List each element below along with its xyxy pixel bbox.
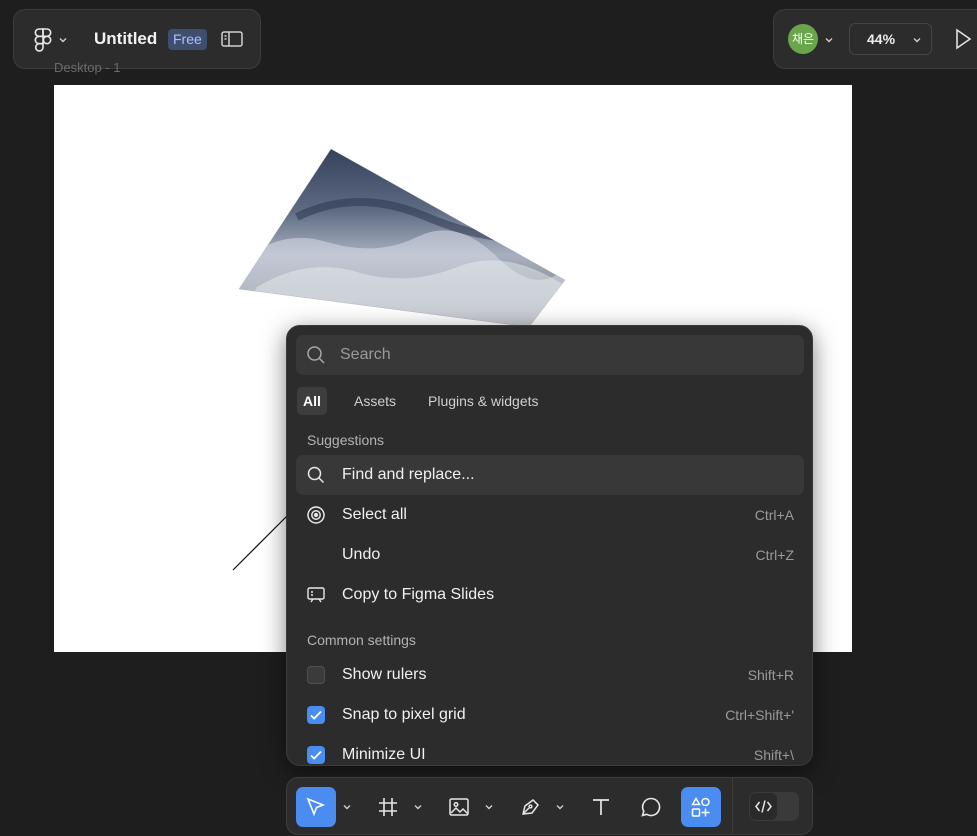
- bottom-toolbar: [286, 777, 813, 835]
- shortcut-text: Ctrl+Shift+': [725, 707, 794, 723]
- figma-logo-icon[interactable]: [34, 28, 52, 52]
- menu-item-minimize-ui[interactable]: Minimize UI Shift+\: [296, 735, 804, 765]
- pen-icon: [522, 799, 539, 815]
- chevron-down-icon[interactable]: [58, 35, 68, 45]
- chevron-down-icon[interactable]: [484, 802, 494, 812]
- menu-item-label: Show rulers: [342, 666, 427, 683]
- text-tool-button[interactable]: [581, 787, 621, 827]
- tab-plugins-widgets[interactable]: Plugins & widgets: [422, 387, 545, 415]
- file-menu-panel: Untitled Free: [13, 9, 261, 69]
- chevron-down-icon[interactable]: [342, 802, 352, 812]
- menu-item-find-replace[interactable]: Find and replace...: [296, 455, 804, 495]
- toolbar-divider: [732, 778, 733, 834]
- checkbox-checked[interactable]: [307, 706, 325, 724]
- search-input[interactable]: [340, 343, 780, 367]
- menu-item-label: Undo: [342, 546, 381, 563]
- zoom-dropdown[interactable]: 44%: [849, 23, 932, 55]
- dev-mode-toggle[interactable]: [749, 792, 799, 821]
- wave-image[interactable]: [237, 147, 567, 327]
- menu-item-select-all[interactable]: Select all Ctrl+A: [296, 495, 804, 535]
- play-icon[interactable]: [954, 28, 972, 50]
- menu-item-label: Select all: [342, 506, 407, 523]
- checkmark-icon: [310, 750, 322, 760]
- actions-icon: [691, 797, 710, 817]
- avatar[interactable]: 채은: [788, 24, 818, 54]
- file-title[interactable]: Untitled: [94, 29, 157, 49]
- shortcut-text: Ctrl+A: [754, 507, 794, 523]
- search-field[interactable]: [296, 335, 804, 375]
- slides-icon: [307, 587, 325, 603]
- plan-badge: Free: [168, 29, 207, 50]
- text-icon: [593, 799, 609, 815]
- menu-item-label: Copy to Figma Slides: [342, 586, 495, 603]
- share-panel: 채은 44%: [773, 9, 977, 69]
- target-icon: [307, 506, 325, 524]
- section-common-settings-title: Common settings: [307, 632, 416, 648]
- shortcut-text: Shift+\: [753, 747, 794, 763]
- chevron-down-icon: [913, 38, 921, 43]
- tab-all[interactable]: All: [297, 387, 327, 415]
- pen-tool-button[interactable]: [510, 787, 550, 827]
- comment-tool-button[interactable]: [631, 787, 671, 827]
- code-icon: [755, 800, 772, 813]
- shortcut-text: Shift+R: [747, 667, 794, 683]
- tab-assets[interactable]: Assets: [348, 387, 402, 415]
- image-icon: [449, 798, 469, 816]
- comment-icon: [641, 797, 661, 817]
- frame-label[interactable]: Desktop - 1: [54, 60, 120, 75]
- chevron-down-icon[interactable]: [824, 35, 834, 45]
- quick-actions-menu: All Assets Plugins & widgets Suggestions…: [286, 325, 813, 766]
- line-shape[interactable]: [232, 505, 292, 575]
- chevron-down-icon[interactable]: [555, 802, 565, 812]
- menu-item-show-rulers[interactable]: Show rulers Shift+R: [296, 655, 804, 695]
- dev-mode-knob: [750, 793, 777, 820]
- menu-item-label: Minimize UI: [342, 746, 426, 763]
- checkmark-icon: [310, 710, 322, 720]
- frame-icon: [379, 798, 397, 816]
- image-tool-button[interactable]: [439, 787, 479, 827]
- sidebar-toggle-icon[interactable]: [221, 30, 243, 48]
- menu-item-copy-to-slides[interactable]: Copy to Figma Slides: [296, 575, 804, 615]
- actions-tool-button[interactable]: [681, 787, 721, 827]
- menu-item-label: Snap to pixel grid: [342, 706, 466, 723]
- chevron-down-icon[interactable]: [413, 802, 423, 812]
- menu-item-undo[interactable]: Undo Ctrl+Z: [296, 535, 804, 575]
- checkbox-unchecked[interactable]: [307, 666, 325, 684]
- menu-item-snap-pixel-grid[interactable]: Snap to pixel grid Ctrl+Shift+': [296, 695, 804, 735]
- checkbox-checked[interactable]: [307, 746, 325, 764]
- search-icon: [307, 346, 325, 364]
- cursor-icon: [306, 797, 326, 817]
- search-icon: [307, 466, 325, 484]
- zoom-level: 44%: [867, 31, 896, 47]
- menu-item-label: Find and replace...: [342, 466, 475, 483]
- move-tool-button[interactable]: [296, 787, 336, 827]
- section-suggestions-title: Suggestions: [307, 432, 385, 448]
- shortcut-text: Ctrl+Z: [755, 547, 795, 563]
- frame-tool-button[interactable]: [368, 787, 408, 827]
